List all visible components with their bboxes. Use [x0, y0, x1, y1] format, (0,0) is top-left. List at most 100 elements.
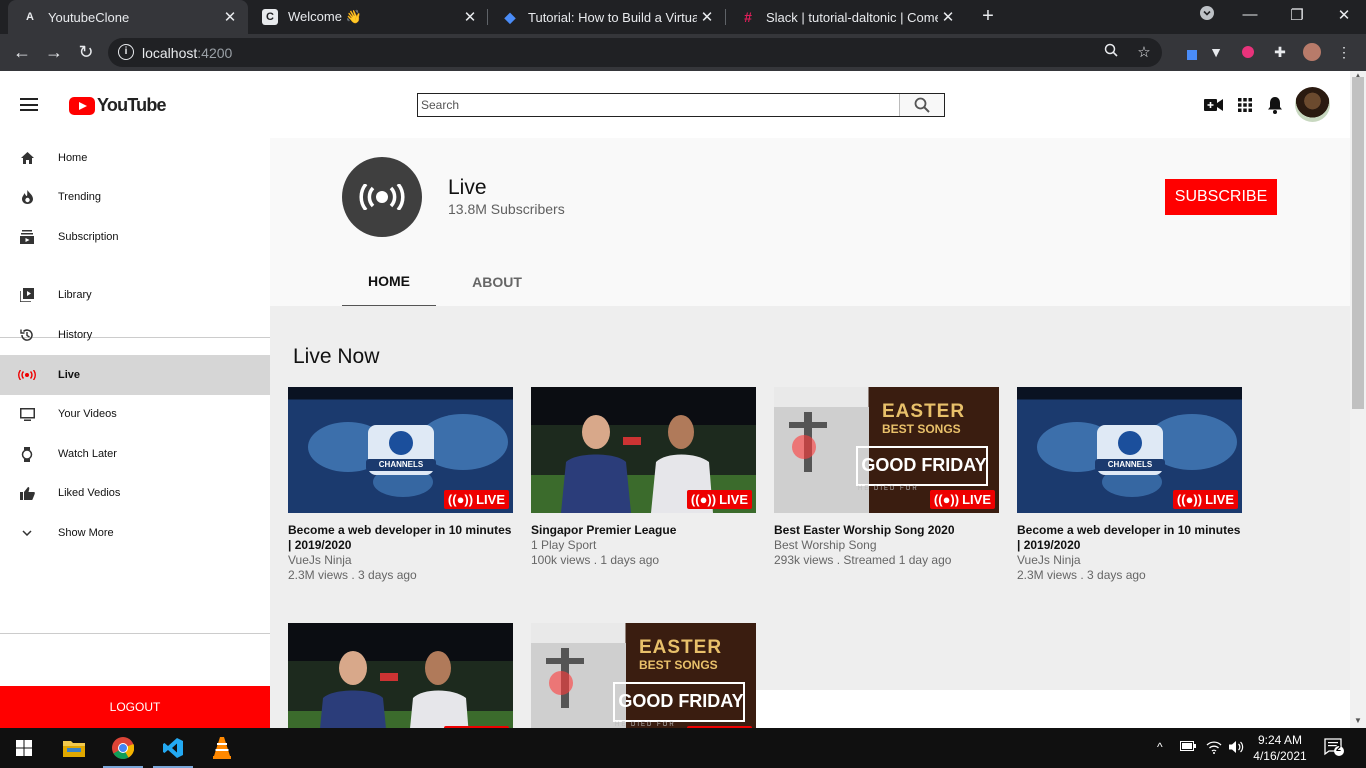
extension-pen-icon[interactable]: [1178, 42, 1198, 62]
browser-tab-tutorial[interactable]: ◆ Tutorial: How to Build a Virtual Ev ✕: [488, 0, 725, 34]
video-thumbnail[interactable]: CHANNELS ((●)) LIVE: [1017, 387, 1242, 513]
notification-count: 2: [1336, 743, 1342, 753]
tray-overflow-icon[interactable]: ^: [1157, 740, 1163, 754]
file-explorer-icon[interactable]: [50, 728, 98, 768]
slack-favicon-icon: #: [744, 9, 752, 25]
close-window-icon[interactable]: ✕: [1332, 6, 1356, 24]
windows-start-icon[interactable]: [0, 728, 48, 768]
bookmark-star-icon[interactable]: ☆: [1134, 43, 1154, 61]
video-card[interactable]: CHANNELS ((●)) LIVE Become a web develope…: [288, 387, 513, 583]
address-url[interactable]: localhost:4200: [142, 45, 232, 61]
action-center-icon[interactable]: 2: [1324, 738, 1344, 759]
video-thumbnail[interactable]: ((●))LIVE: [288, 623, 513, 728]
sidebar-item-show-more[interactable]: Show More: [0, 513, 270, 553]
create-video-icon[interactable]: [1204, 95, 1224, 115]
video-title[interactable]: Best Easter Worship Song 2020: [774, 523, 999, 538]
minimize-icon[interactable]: —: [1238, 6, 1262, 23]
sidebar-item-liked-videos[interactable]: Liked Vedios: [0, 473, 270, 513]
sidebar-item-trending[interactable]: Trending: [0, 177, 270, 217]
live-icon: [17, 370, 37, 380]
subscriptions-icon: [17, 230, 37, 244]
youtube-logo[interactable]: YouTube: [69, 95, 167, 116]
video-thumbnail[interactable]: EASTER BEST SONGS GOOD FRIDAY HE DIED FO…: [531, 623, 756, 728]
live-badge: ((●))LIVE: [443, 490, 509, 509]
search-button[interactable]: [899, 94, 944, 116]
new-tab-button[interactable]: +: [977, 6, 999, 28]
video-card[interactable]: EASTER BEST SONGS GOOD FRIDAY HE DIED FO…: [531, 623, 756, 728]
channel-header: Live 13.8M Subscribers SUBSCRIBE HOME AB…: [270, 138, 1350, 307]
zoom-icon[interactable]: [1101, 43, 1121, 61]
search-input[interactable]: [418, 94, 899, 116]
sidebar-item-subscription[interactable]: Subscription: [0, 217, 270, 257]
vlc-icon[interactable]: [198, 728, 246, 768]
video-card[interactable]: CHANNELS ((●)) LIVE Become a web develope…: [1017, 387, 1242, 583]
sidebar-item-label: Library: [58, 289, 92, 301]
content-footer-strip: [756, 690, 1350, 728]
sidebar-item-watch-later[interactable]: Watch Later: [0, 434, 270, 474]
video-channel[interactable]: Best Worship Song: [774, 538, 999, 553]
tab-about[interactable]: ABOUT: [450, 256, 544, 307]
video-thumbnail[interactable]: CHANNELS ((●)) LIVE: [288, 387, 513, 513]
search-icon: [914, 97, 930, 113]
video-card[interactable]: ((●)) LIVE Singapor Premier League 1 Play…: [531, 387, 756, 568]
forward-arrow-icon[interactable]: →: [42, 40, 66, 64]
hamburger-menu-icon[interactable]: [20, 98, 38, 111]
tab-title: Tutorial: How to Build a Virtual Ev: [528, 9, 697, 25]
browser-menu-icon[interactable]: ⋮: [1334, 42, 1354, 62]
channel-avatar: [342, 157, 422, 237]
site-info-icon[interactable]: i: [118, 44, 134, 60]
sidebar-item-library[interactable]: Library: [0, 275, 270, 315]
volume-icon[interactable]: [1229, 740, 1245, 757]
youtube-clone-app: YouTube Home Trending Sub: [0, 71, 1350, 728]
extension-pink-icon[interactable]: [1238, 42, 1258, 62]
section-title: Live Now: [293, 345, 380, 368]
subscribe-button[interactable]: SUBSCRIBE: [1165, 179, 1277, 215]
logout-button[interactable]: LOGOUT: [0, 686, 270, 728]
apps-grid-icon[interactable]: [1235, 95, 1255, 115]
reload-icon[interactable]: ↻: [74, 40, 98, 64]
back-arrow-icon[interactable]: ←: [10, 40, 34, 64]
video-title[interactable]: Become a web developer in 10 minutes | 2…: [1017, 523, 1242, 553]
extensions-puzzle-icon[interactable]: ✚: [1270, 42, 1290, 62]
sidebar-item-history[interactable]: History: [0, 315, 270, 355]
extension-vue-icon[interactable]: ▼: [1206, 42, 1226, 62]
profile-avatar-icon[interactable]: [1302, 42, 1322, 62]
restore-icon[interactable]: ❐: [1285, 6, 1309, 24]
close-tab-icon[interactable]: ✕: [697, 8, 717, 26]
scrollbar-thumb[interactable]: [1352, 77, 1364, 409]
taskbar-clock[interactable]: 9:24 AM 4/16/2021: [1248, 732, 1312, 764]
tutorial-favicon-icon: ◆: [504, 8, 516, 25]
video-channel[interactable]: VueJs Ninja: [1017, 553, 1242, 568]
close-tab-icon[interactable]: ✕: [460, 8, 480, 26]
video-card[interactable]: EASTER BEST SONGS GOOD FRIDAY HE DIED FO…: [774, 387, 999, 568]
library-icon: [17, 288, 37, 302]
tab-home[interactable]: HOME: [342, 256, 436, 307]
notification-bell-icon[interactable]: [1265, 95, 1285, 115]
sidebar-item-your-videos[interactable]: Your Videos: [0, 394, 270, 434]
video-title[interactable]: Become a web developer in 10 minutes | 2…: [288, 523, 513, 553]
browser-tab-youtubeclone[interactable]: A YoutubeClone ✕: [8, 0, 248, 34]
close-tab-icon[interactable]: ✕: [220, 8, 240, 26]
close-tab-icon[interactable]: ✕: [938, 8, 958, 26]
browser-tab-slack[interactable]: # Slack | tutorial-daltonic | CometC ✕: [726, 0, 966, 34]
sidebar-item-live[interactable]: Live: [0, 355, 270, 395]
sidebar-item-home[interactable]: Home: [0, 138, 270, 178]
video-title[interactable]: Singapor Premier League: [531, 523, 756, 538]
video-thumbnail[interactable]: EASTER BEST SONGS GOOD FRIDAY HE DIED FO…: [774, 387, 999, 513]
page-scrollbar[interactable]: ▲ ▼: [1350, 71, 1366, 728]
battery-icon[interactable]: [1180, 740, 1196, 754]
tab-search-icon[interactable]: [1195, 6, 1219, 24]
video-card[interactable]: ((●))LIVE: [288, 623, 513, 728]
browser-tab-welcome[interactable]: C Welcome 👋 ✕: [248, 0, 488, 34]
vscode-icon[interactable]: [149, 728, 197, 768]
scroll-down-icon[interactable]: ▼: [1354, 716, 1362, 725]
video-channel[interactable]: VueJs Ninja: [288, 553, 513, 568]
thumb-overlay-text: CHANNELS: [1107, 460, 1153, 469]
video-channel[interactable]: 1 Play Sport: [531, 538, 756, 553]
tab-title: Welcome 👋: [288, 9, 362, 24]
user-avatar[interactable]: [1295, 87, 1330, 122]
chrome-icon[interactable]: [99, 728, 147, 768]
wifi-icon[interactable]: [1206, 740, 1222, 757]
address-bar[interactable]: i localhost:4200 ☆: [108, 38, 1162, 67]
video-thumbnail[interactable]: ((●))LIVE: [531, 387, 756, 513]
